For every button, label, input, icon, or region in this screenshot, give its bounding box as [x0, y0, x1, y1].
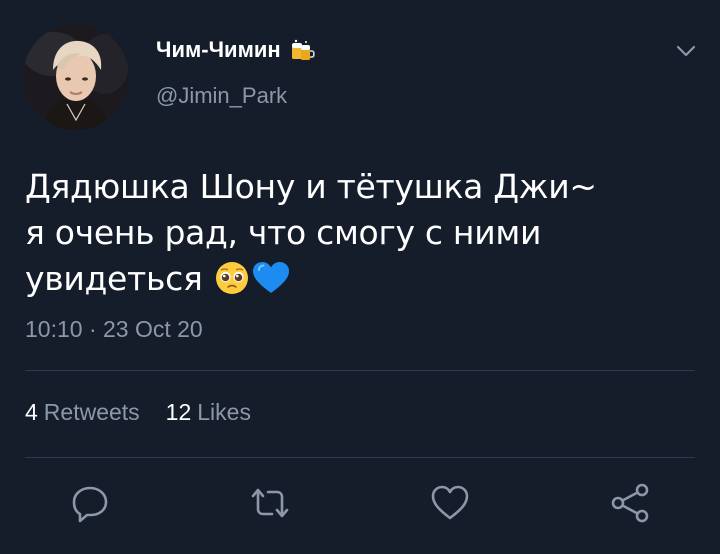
share-icon	[611, 483, 649, 523]
retweet-icon	[251, 488, 289, 518]
likes-count: 12	[165, 399, 192, 425]
retweet-button[interactable]	[248, 481, 292, 525]
tweet-text-line: Дядюшка Шону и тётушка Джи~	[25, 167, 597, 206]
author-display-name[interactable]: Чим-Чимин	[156, 37, 315, 63]
tweet-timestamp[interactable]: 10:10 · 23 Oct 20	[25, 316, 203, 343]
author-avatar[interactable]	[23, 24, 129, 130]
reply-icon	[72, 486, 108, 523]
tweet-text-line-words: увидеться	[25, 259, 203, 298]
tweet-card: Чим-Чимин @Jimin_Park Дядюшка Шону и тёт…	[0, 0, 720, 554]
tweet-stats: 4 Retweets 12 Likes	[25, 399, 251, 426]
tweet-text-line: я очень рад, что смогу с ними	[25, 213, 542, 252]
avatar-portrait-image	[23, 24, 129, 130]
retweets-count: 4	[25, 399, 38, 425]
retweets-stat[interactable]: 4 Retweets	[25, 399, 140, 426]
share-button[interactable]	[608, 481, 652, 525]
pleading-face-icon	[213, 260, 251, 308]
display-name-text: Чим-Чимин	[156, 37, 281, 62]
chevron-down-icon[interactable]	[674, 42, 698, 60]
tweet-text: Дядюшка Шону и тётушка Джи~ я очень рад,…	[25, 164, 685, 308]
reply-button[interactable]	[68, 481, 112, 525]
divider	[25, 370, 695, 371]
like-icon	[431, 485, 469, 520]
blue-heart-icon	[251, 260, 291, 308]
likes-label: Likes	[197, 399, 251, 425]
divider	[25, 457, 695, 458]
author-handle[interactable]: @Jimin_Park	[156, 83, 287, 109]
likes-stat[interactable]: 12 Likes	[166, 399, 251, 426]
retweets-label: Retweets	[43, 399, 140, 425]
tweet-text-line: увидеться	[25, 256, 685, 308]
beer-mugs-icon	[289, 37, 315, 63]
like-button[interactable]	[428, 481, 472, 525]
